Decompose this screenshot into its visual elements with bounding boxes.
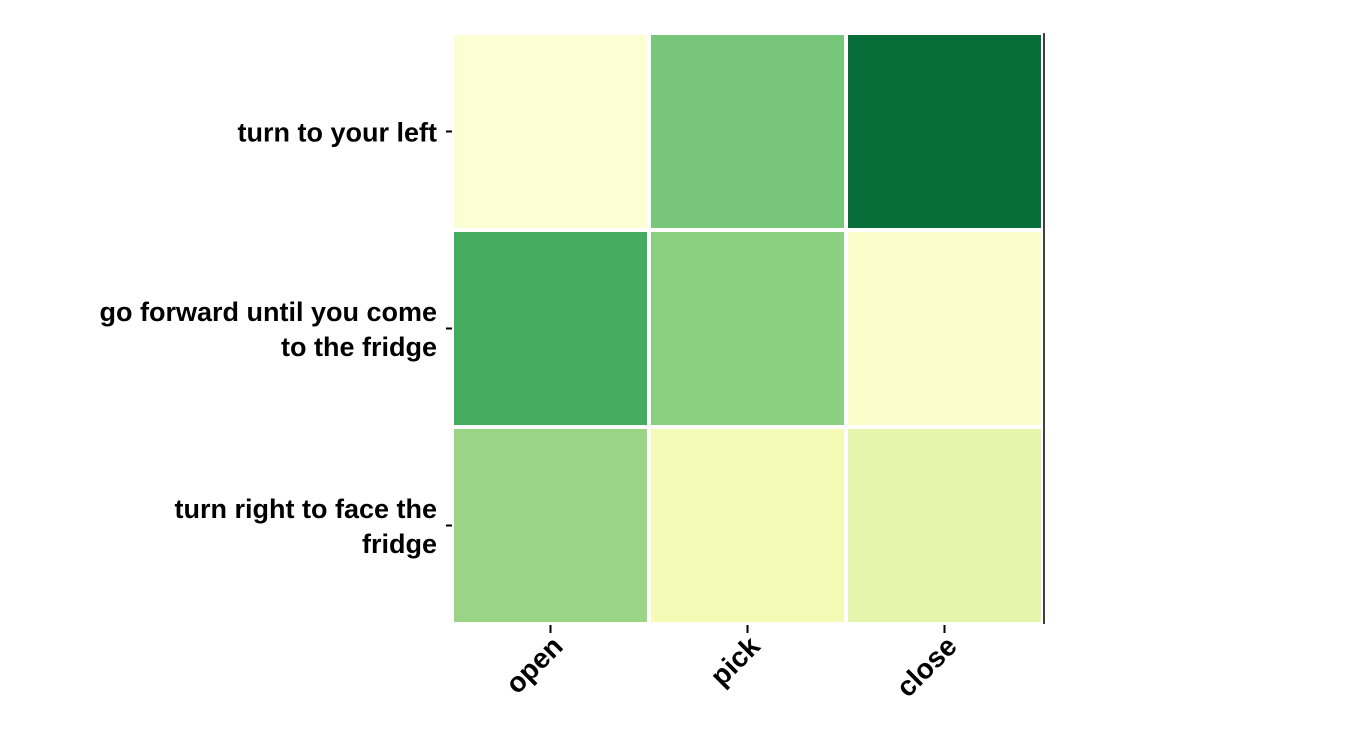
x-tick-label-2: close [890,630,963,703]
y-tick-label-1-line-1: to the fridge [281,332,437,362]
heatmap-cell-r0-c1 [651,35,844,228]
heatmap-cell-r1-c0 [454,232,647,425]
y-tick-label-2-line-1: fridge [362,529,437,559]
x-axis: open pick close [500,625,963,703]
heatmap-cells [454,35,1041,622]
heatmap-cell-r2-c1 [651,429,844,622]
heatmap-cell-r0-c0 [454,35,647,228]
y-tick-label-2-line-0: turn right to face the [175,494,438,524]
y-tick-label-0-line-0: turn to your left [238,118,437,148]
heatmap-cell-r0-c2 [848,35,1041,228]
heatmap-chart: turn to your left go forward until you co… [99,33,1045,703]
heatmap-cell-r2-c2 [848,429,1041,622]
x-tick-label-0: open [500,630,569,699]
y-axis: turn to your left go forward until you co… [99,118,452,559]
heatmap-cell-r1-c1 [651,232,844,425]
y-tick-label-1-line-0: go forward until you come [99,297,437,327]
heatmap-cell-r2-c0 [454,429,647,622]
x-tick-label-1: pick [704,630,766,692]
heatmap-cell-r1-c2 [848,232,1041,425]
